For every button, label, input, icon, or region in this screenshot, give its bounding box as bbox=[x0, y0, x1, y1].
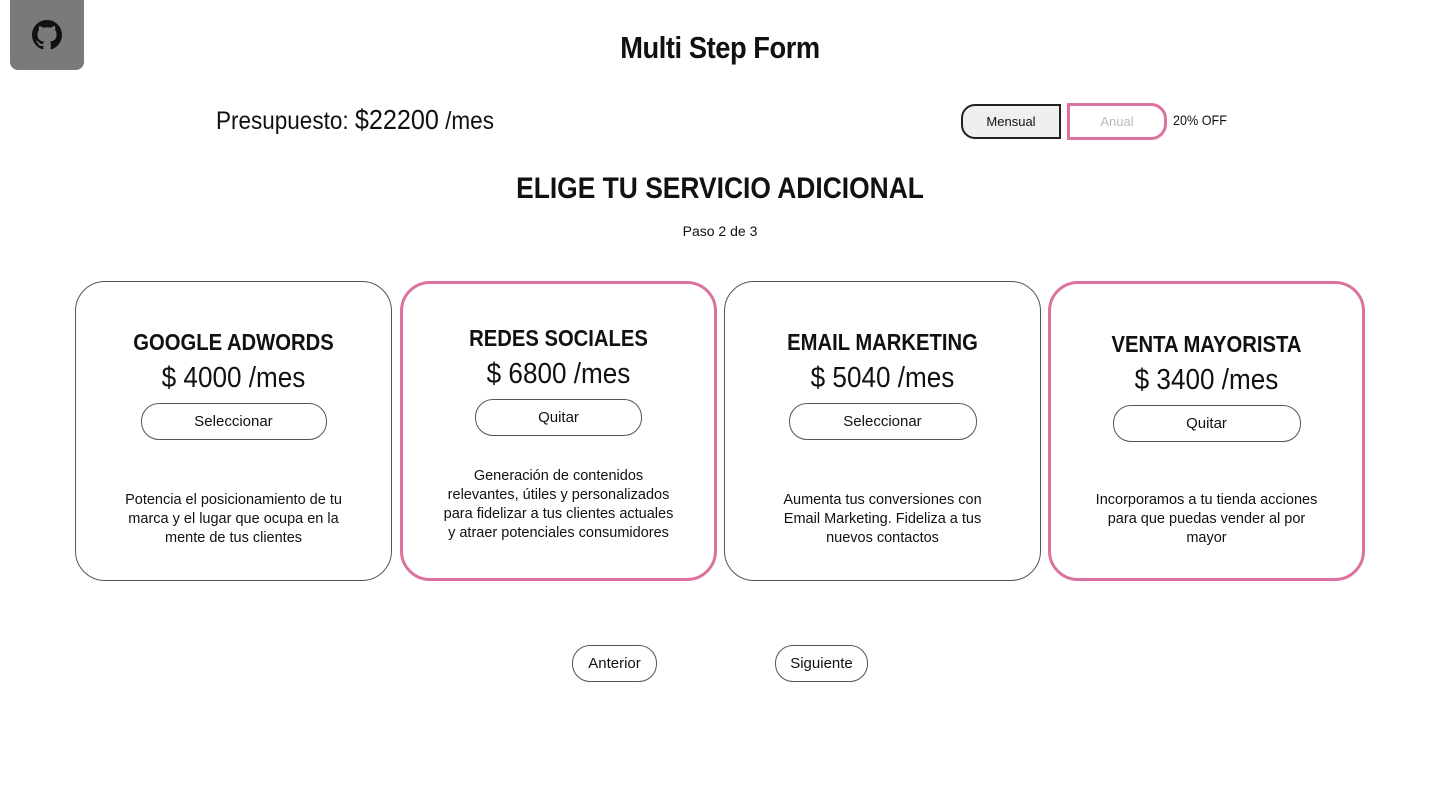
service-card-email-marketing: EMAIL MARKETING $ 5040 /mes Seleccionar … bbox=[724, 281, 1041, 581]
github-link-button[interactable] bbox=[10, 0, 84, 70]
previous-button[interactable]: Anterior bbox=[572, 645, 657, 682]
remove-button[interactable]: Quitar bbox=[475, 399, 642, 436]
discount-label: 20% OFF bbox=[1173, 112, 1227, 128]
service-price: $ 6800 /mes bbox=[486, 358, 631, 390]
budget-label: Presupuesto: bbox=[216, 107, 355, 135]
service-description: Potencia el posicionamiento de tu marca … bbox=[125, 492, 342, 546]
page-title: Multi Step Form bbox=[620, 30, 820, 65]
github-icon bbox=[32, 20, 62, 50]
budget-summary: Presupuesto: $22200 /mes bbox=[216, 104, 494, 136]
service-name: VENTA MAYORISTA bbox=[1111, 331, 1302, 357]
billing-yearly-button[interactable]: Anual bbox=[1067, 103, 1167, 140]
service-description: Aumenta tus conversiones con Email Marke… bbox=[783, 492, 982, 546]
budget-unit: /mes bbox=[438, 107, 494, 135]
service-name: EMAIL MARKETING bbox=[787, 329, 978, 355]
service-price: $ 3400 /mes bbox=[1134, 364, 1279, 396]
service-price: $ 4000 /mes bbox=[161, 362, 306, 394]
remove-button[interactable]: Quitar bbox=[1112, 405, 1301, 442]
section-title: ELIGE TU SERVICIO ADICIONAL bbox=[516, 172, 924, 205]
service-name: REDES SOCIALES bbox=[469, 325, 648, 351]
service-name: GOOGLE ADWORDS bbox=[133, 329, 334, 355]
select-button[interactable]: Seleccionar bbox=[140, 403, 327, 440]
select-button[interactable]: Seleccionar bbox=[788, 403, 977, 440]
service-price: $ 5040 /mes bbox=[810, 362, 955, 394]
service-description: Incorporamos a tu tienda acciones para q… bbox=[1095, 492, 1318, 546]
service-description: Generación de contenidos relevantes, úti… bbox=[443, 468, 674, 541]
step-indicator: Paso 2 de 3 bbox=[682, 223, 758, 239]
budget-amount: $22200 bbox=[354, 104, 439, 135]
service-card-venta-mayorista: VENTA MAYORISTA $ 3400 /mes Quitar Incor… bbox=[1048, 281, 1365, 581]
next-button[interactable]: Siguiente bbox=[775, 645, 868, 682]
service-card-google-adwords: GOOGLE ADWORDS $ 4000 /mes Seleccionar P… bbox=[75, 281, 392, 581]
service-card-redes-sociales: REDES SOCIALES $ 6800 /mes Quitar Genera… bbox=[400, 281, 717, 581]
billing-monthly-button[interactable]: Mensual bbox=[961, 104, 1061, 139]
